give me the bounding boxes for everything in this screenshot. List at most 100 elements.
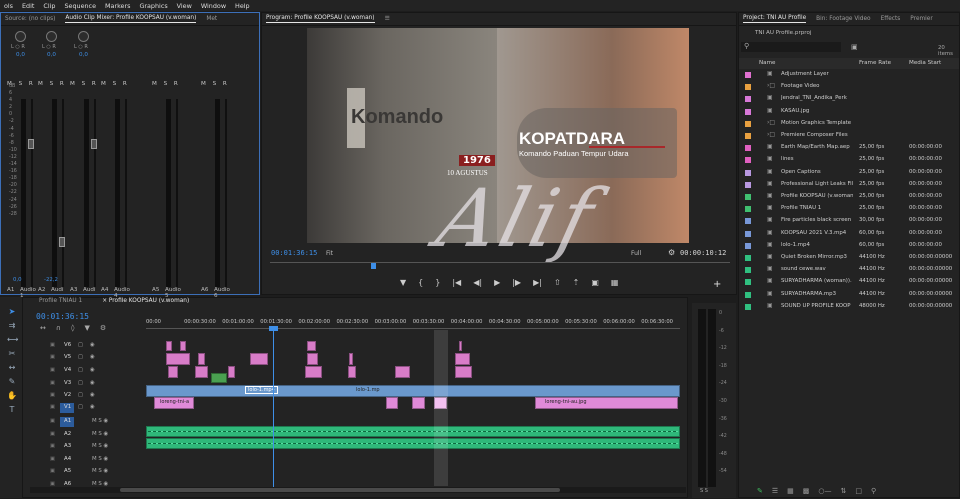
project-item[interactable]: ▣ Profile KOOPSAU (v.woman 25,00 fps 00:00:… [741,191,959,203]
lock-icon[interactable]: ▣ [50,354,55,360]
lock-icon[interactable]: ▣ [50,392,55,398]
mute-solo-record[interactable]: M S R [101,81,129,87]
track-header[interactable]: ▣ V2 ▢ ◉ [30,391,146,402]
project-item[interactable]: ›□ Footage Video [741,81,959,93]
timeline-clip[interactable] [412,397,425,409]
track-header[interactable]: ▣ A1 M S ◉ [30,417,146,428]
mute-solo-record[interactable]: M S R [201,81,229,87]
mute-solo-record[interactable]: M S R [38,81,66,87]
slip-icon[interactable]: ↔ [7,363,17,373]
tab-profile-koopsau[interactable]: × Profile KOOPSAU (v.woman) [102,298,189,309]
meter-solo[interactable]: S S [700,488,708,494]
project-item[interactable]: ▣ lines 25,00 fps 00:00:00:00 [741,154,959,166]
timeline-timecode[interactable]: 00:01:36:15 [36,312,89,321]
timeline-clip[interactable] [455,366,472,378]
sync-lock-icon[interactable]: ▢ [78,354,83,360]
lock-icon[interactable]: ▣ [50,468,55,474]
tab-profile-tniau[interactable]: Profile TNIAU 1 [39,298,82,309]
mute-solo-buttons[interactable]: M S ◉ [92,468,108,474]
left-tab-2[interactable]: Met [206,16,217,22]
project-tab-3[interactable]: Premier [910,16,932,22]
mute-solo-buttons[interactable]: M S ◉ [92,456,108,462]
timeline-clip[interactable] [305,366,322,378]
timeline-clip[interactable] [349,353,353,365]
razor-icon[interactable]: ✂ [7,349,17,359]
selection-tool-icon[interactable]: ➤ [7,307,17,317]
timeline-clip[interactable] [195,366,208,378]
sync-lock-icon[interactable]: ▢ [78,342,83,348]
new-bin-icon[interactable]: ▣ [851,43,858,51]
track-header[interactable]: ▣ A2 M S ◉ [30,430,146,441]
project-item[interactable]: ▣ Professional Light Leaks Fil 25,00 fps 00… [741,179,959,191]
fit-select[interactable]: Fit [326,250,333,257]
track-header[interactable]: ▣ V1 ▢ ◉ [30,403,146,414]
track-header[interactable]: ▣ V5 ▢ ◉ [30,353,146,364]
project-tab-1[interactable]: Bin: Footage Video [816,16,870,22]
playhead-line[interactable] [273,327,274,487]
track-header[interactable]: ▣ A4 M S ◉ [30,455,146,466]
pan-knob[interactable] [78,31,89,42]
track-header[interactable]: ▣ V4 ▢ ◉ [30,366,146,377]
menu-item-5[interactable]: Graphics [139,2,167,10]
timeline-clip[interactable] [166,341,172,351]
menu-item-6[interactable]: View [177,2,192,10]
settings-wrench-icon[interactable]: ⚙ [100,324,106,332]
project-tab-0[interactable]: Project: TNI AU Profile [743,15,807,23]
project-item[interactable]: ▣ sound cewe.wav 44100 Hz 00:00:00:00000 [741,264,959,276]
menu-item-4[interactable]: Markers [105,2,130,10]
lock-icon[interactable]: ▣ [50,418,55,424]
project-item[interactable]: ›□ Premiere Composer Files [741,130,959,142]
project-tab-2[interactable]: Effects [881,16,901,22]
linked-selection-icon[interactable]: ◊ [71,324,74,332]
project-item[interactable]: ▣ Quiet Broken Mirror.mp3 44100 Hz 00:00:00… [741,252,959,264]
extract-icon[interactable]: ⇡ [573,278,580,287]
eye-icon[interactable]: ◉ [90,342,95,348]
col-media-start[interactable]: Media Start [909,60,941,66]
eye-icon[interactable]: ◉ [90,392,95,398]
fader-value[interactable]: -22,2 [44,277,58,283]
fader-handle[interactable] [28,139,34,149]
project-item[interactable]: ▣ Adjustment Layer [741,69,959,81]
playhead-head[interactable] [269,326,278,331]
tab-program[interactable]: Program: Profile KOOPSAU (v.woman) [266,15,375,23]
mute-solo-buttons[interactable]: M S ◉ [92,418,108,424]
menu-item-0[interactable]: ols [4,2,13,10]
col-frame-rate[interactable]: Frame Rate [859,60,891,66]
project-item[interactable]: ›□ Motion Graphics Template [741,118,959,130]
fader-handle[interactable] [91,139,97,149]
track-header[interactable]: ▣ V6 ▢ ◉ [30,341,146,352]
menu-item-2[interactable]: Clip [43,2,55,10]
fader-value[interactable]: 0,0 [13,277,22,283]
timeline-clip[interactable] [198,353,205,365]
pan-value[interactable]: 0,0 [16,52,25,58]
timeline-clip[interactable] [250,353,268,365]
wrench-icon[interactable]: ⚙ [668,248,675,257]
track-select-icon[interactable]: ⇉ [7,321,17,331]
timeline-clip[interactable] [307,353,318,365]
timeline-clip[interactable] [228,366,235,378]
lock-icon[interactable]: ▣ [50,431,55,437]
menu-item-3[interactable]: Sequence [64,2,96,10]
timeline-clip[interactable] [459,341,462,351]
fader-handle[interactable] [59,237,65,247]
go-to-out-icon[interactable]: ▶| [533,278,542,287]
project-item[interactable]: ▣ Profile TNIAU 1 25,00 fps 00:00:00:00 [741,203,959,215]
lock-icon[interactable]: ▣ [50,380,55,386]
eye-icon[interactable]: ◉ [90,404,95,410]
timeline-clip[interactable] [395,366,410,378]
pan-value[interactable]: 0,0 [79,52,88,58]
timeline-scrollbar[interactable] [30,487,686,493]
timeline-clip[interactable] [180,341,186,351]
snap-icon[interactable]: ↔ [40,324,46,332]
marker-add-icon[interactable]: ▼ [84,324,89,332]
freeform-view-icon[interactable]: ▩ [803,487,810,498]
project-item[interactable]: ▣ KOOPSAU 2021 V.3.mp4 60,00 fps 00:00:00:0… [741,228,959,240]
mute-solo-record[interactable]: M S R [7,81,35,87]
pan-value[interactable]: 0,0 [47,52,56,58]
marker-icon[interactable]: ▼ [400,278,406,287]
eye-icon[interactable]: ◉ [90,354,95,360]
in-point-icon[interactable]: { [418,278,423,287]
camera-icon[interactable]: ▣ [591,278,599,287]
timeline-clip[interactable] [455,353,470,365]
pen-icon[interactable]: ✎ [7,377,17,387]
